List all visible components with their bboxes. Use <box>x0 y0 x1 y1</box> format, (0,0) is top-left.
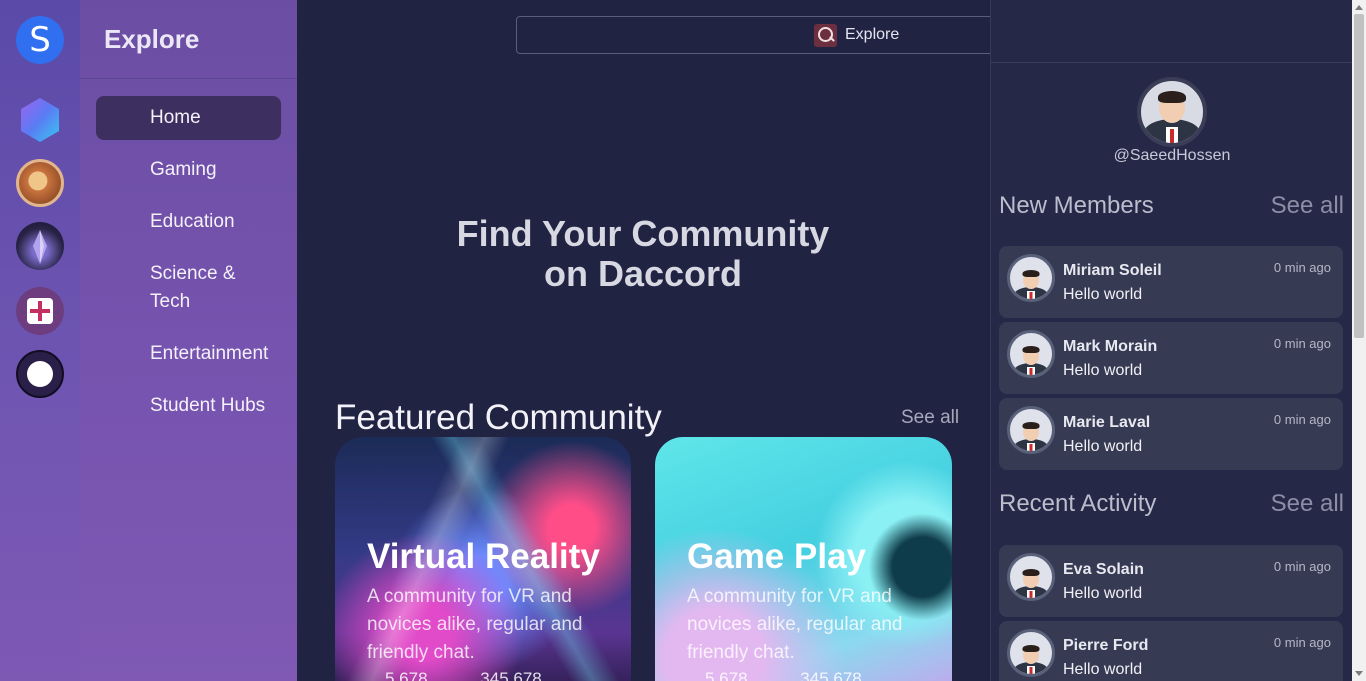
list-item[interactable]: Marie Laval Hello world 0 min ago <box>999 398 1343 470</box>
member-message: Hello world <box>1063 438 1143 455</box>
right-panel-header <box>991 0 1353 63</box>
activity-name: Eva Solain <box>1063 561 1144 578</box>
card-stats: 5,678 345,678 <box>687 669 862 681</box>
card-title: Game Play <box>687 537 866 576</box>
page-scrollbar[interactable] <box>1352 0 1366 681</box>
hexagon-server-icon[interactable] <box>16 96 64 144</box>
card-stat-members: 345,678 <box>480 669 542 681</box>
list-item[interactable]: Mark Morain Hello world 0 min ago <box>999 322 1343 394</box>
activity-message: Hello world <box>1063 585 1143 602</box>
card-stat-members: 345,678 <box>800 669 862 681</box>
list-item[interactable]: Miriam Soleil Hello world 0 min ago <box>999 246 1343 318</box>
card-description: A community for VR and novices alike, re… <box>367 586 583 663</box>
member-message: Hello world <box>1063 362 1143 379</box>
member-name: Marie Laval <box>1063 414 1151 431</box>
member-name: Miriam Soleil <box>1063 262 1162 279</box>
server-rail: S <box>0 0 80 681</box>
circle-server-icon[interactable] <box>16 350 64 398</box>
member-time: 0 min ago <box>1273 412 1331 427</box>
main-content: Explore Find Your Community on Daccord F… <box>297 0 990 681</box>
explore-sidebar: Explore Home Gaming Education Science & … <box>80 0 297 681</box>
community-card[interactable]: Game Play A community for VR and novices… <box>655 437 952 681</box>
ramen-server-icon[interactable] <box>16 159 64 207</box>
activity-time: 0 min ago <box>1273 559 1331 574</box>
card-description: A community for VR and novices alike, re… <box>687 586 903 663</box>
hero-title: Find Your Community on Daccord <box>456 213 830 294</box>
search-placeholder: Explore <box>845 26 900 43</box>
list-item[interactable]: Pierre Ford Hello world 0 min ago <box>999 621 1343 681</box>
member-time: 0 min ago <box>1273 336 1331 351</box>
avatar <box>1007 553 1055 601</box>
member-message: Hello world <box>1063 286 1143 303</box>
avatar <box>1007 254 1055 302</box>
scroll-up-arrow-icon[interactable] <box>1355 5 1363 10</box>
sidebar-item-student-hubs[interactable]: Student Hubs <box>96 392 281 420</box>
sidebar-item-gaming[interactable]: Gaming <box>96 156 281 184</box>
profile-handle[interactable]: @SaeedHossen <box>991 147 1353 165</box>
user-avatar[interactable]: S <box>16 16 64 64</box>
sidebar-item-education[interactable]: Education <box>96 208 281 236</box>
activity-message: Hello world <box>1063 661 1143 678</box>
recent-activity-see-all-link[interactable]: See all <box>1271 490 1344 518</box>
activity-name: Pierre Ford <box>1063 637 1149 654</box>
community-card[interactable]: Virtual Reality A community for VR and n… <box>335 437 631 681</box>
sidebar-item-home[interactable]: Home <box>96 96 281 140</box>
search-input[interactable]: Explore <box>516 16 990 54</box>
sidebar-divider <box>80 78 297 79</box>
sidebar-title: Explore <box>104 24 200 54</box>
sidebar-item-entertainment[interactable]: Entertainment <box>96 340 281 368</box>
new-members-see-all-link[interactable]: See all <box>1271 192 1344 220</box>
member-name: Mark Morain <box>1063 338 1158 355</box>
featured-see-all-link[interactable]: See all <box>901 407 959 429</box>
avatar <box>1007 629 1055 677</box>
crystal-server-icon[interactable] <box>16 222 64 270</box>
sidebar-item-science-tech[interactable]: Science & Tech <box>96 260 281 316</box>
add-server-icon[interactable] <box>16 287 64 335</box>
card-stat-online: 5,678 <box>385 669 428 681</box>
scroll-thumb[interactable] <box>1354 14 1364 338</box>
card-stats: 5,678 345,678 <box>367 669 542 681</box>
featured-title: Featured Community <box>335 398 662 437</box>
recent-activity-title: Recent Activity <box>999 490 1157 517</box>
card-stat-online: 5,678 <box>705 669 748 681</box>
scroll-down-arrow-icon[interactable] <box>1355 671 1363 676</box>
profile-avatar[interactable] <box>1137 77 1207 147</box>
member-time: 0 min ago <box>1273 260 1331 275</box>
search-icon <box>814 24 837 47</box>
list-item[interactable]: Eva Solain Hello world 0 min ago <box>999 545 1343 617</box>
new-members-title: New Members <box>999 192 1154 219</box>
right-panel: @SaeedHossen New Members See all Miriam … <box>990 0 1353 681</box>
card-title: Virtual Reality <box>367 537 600 576</box>
avatar <box>1007 406 1055 454</box>
activity-time: 0 min ago <box>1273 635 1331 650</box>
avatar <box>1007 330 1055 378</box>
